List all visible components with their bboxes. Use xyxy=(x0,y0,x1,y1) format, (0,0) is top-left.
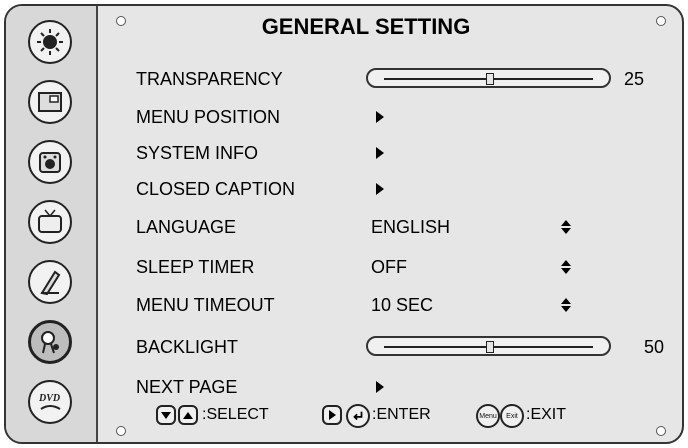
sidebar-item-pip[interactable] xyxy=(28,80,72,124)
exit-hint: :EXIT xyxy=(526,406,567,423)
footer-key-guide: :SELECT :ENTER Menu Exit :EXIT xyxy=(126,402,666,432)
sidebar-item-lock[interactable] xyxy=(28,260,72,304)
submenu-arrow-icon xyxy=(376,147,384,159)
submenu-arrow-icon xyxy=(376,111,384,123)
up-down-arrow-icon[interactable] xyxy=(561,260,571,274)
sleep-timer-label: SLEEP TIMER xyxy=(136,257,255,277)
lock-icon xyxy=(40,270,61,296)
screw-icon xyxy=(116,426,126,436)
submenu-arrow-icon xyxy=(376,183,384,195)
sidebar: DVD xyxy=(6,6,98,442)
sidebar-item-audio[interactable] xyxy=(28,140,72,184)
audio-icon xyxy=(39,152,61,173)
next-page-label: NEXT PAGE xyxy=(136,377,238,397)
select-hint: :SELECT xyxy=(202,406,269,423)
transparency-label: TRANSPARENCY xyxy=(136,69,283,89)
sidebar-item-picture[interactable] xyxy=(28,20,72,64)
exit-key-label: Exit xyxy=(506,412,518,420)
page-title: GENERAL SETTING xyxy=(261,14,471,39)
slider-thumb[interactable] xyxy=(486,73,494,85)
osd-menu-frame: DVD GENERAL SETTING TRANSPARENCY 25 MENU… xyxy=(4,4,684,444)
sleep-timer-value: OFF xyxy=(371,257,407,277)
enter-key-icon xyxy=(346,404,370,428)
menu-timeout-label: MENU TIMEOUT xyxy=(136,295,275,315)
picture-settings-icon xyxy=(37,29,63,55)
submenu-arrow-icon xyxy=(376,381,384,393)
sidebar-item-tv[interactable] xyxy=(28,200,72,244)
screw-icon xyxy=(656,16,666,26)
pip-icon xyxy=(38,92,62,112)
exit-key-icon: Exit xyxy=(500,404,524,428)
right-key-icon xyxy=(322,405,342,425)
language-label: LANGUAGE xyxy=(136,217,237,237)
enter-hint: :ENTER xyxy=(372,406,431,423)
up-down-arrow-icon[interactable] xyxy=(561,298,571,312)
general-setting-icon xyxy=(41,331,59,354)
menu-timeout-value: 10 SEC xyxy=(371,295,434,315)
closed-caption-label: CLOSED CAPTION xyxy=(136,179,296,199)
sidebar-item-general-setting[interactable] xyxy=(28,320,72,364)
menu-position-label: MENU POSITION xyxy=(136,107,281,127)
up-key-icon xyxy=(178,405,198,425)
backlight-value: 50 xyxy=(644,337,665,357)
svg-text:DVD: DVD xyxy=(38,393,60,404)
transparency-slider[interactable] xyxy=(366,68,611,88)
tv-channel-icon xyxy=(38,209,62,233)
transparency-value: 25 xyxy=(624,69,645,89)
up-down-arrow-icon[interactable] xyxy=(561,220,571,234)
menu-key-icon: Menu xyxy=(476,404,500,428)
language-value: ENGLISH xyxy=(371,217,451,237)
sidebar-item-dvd[interactable]: DVD xyxy=(28,380,72,424)
menu-key-label: Menu xyxy=(479,412,497,420)
slider-thumb[interactable] xyxy=(486,341,494,353)
dvd-icon: DVD xyxy=(38,393,61,410)
system-info-label: SYSTEM INFO xyxy=(136,143,259,163)
down-key-icon xyxy=(156,405,176,425)
screw-icon xyxy=(116,16,126,26)
backlight-label: BACKLIGHT xyxy=(136,337,239,357)
backlight-slider[interactable] xyxy=(366,336,611,356)
